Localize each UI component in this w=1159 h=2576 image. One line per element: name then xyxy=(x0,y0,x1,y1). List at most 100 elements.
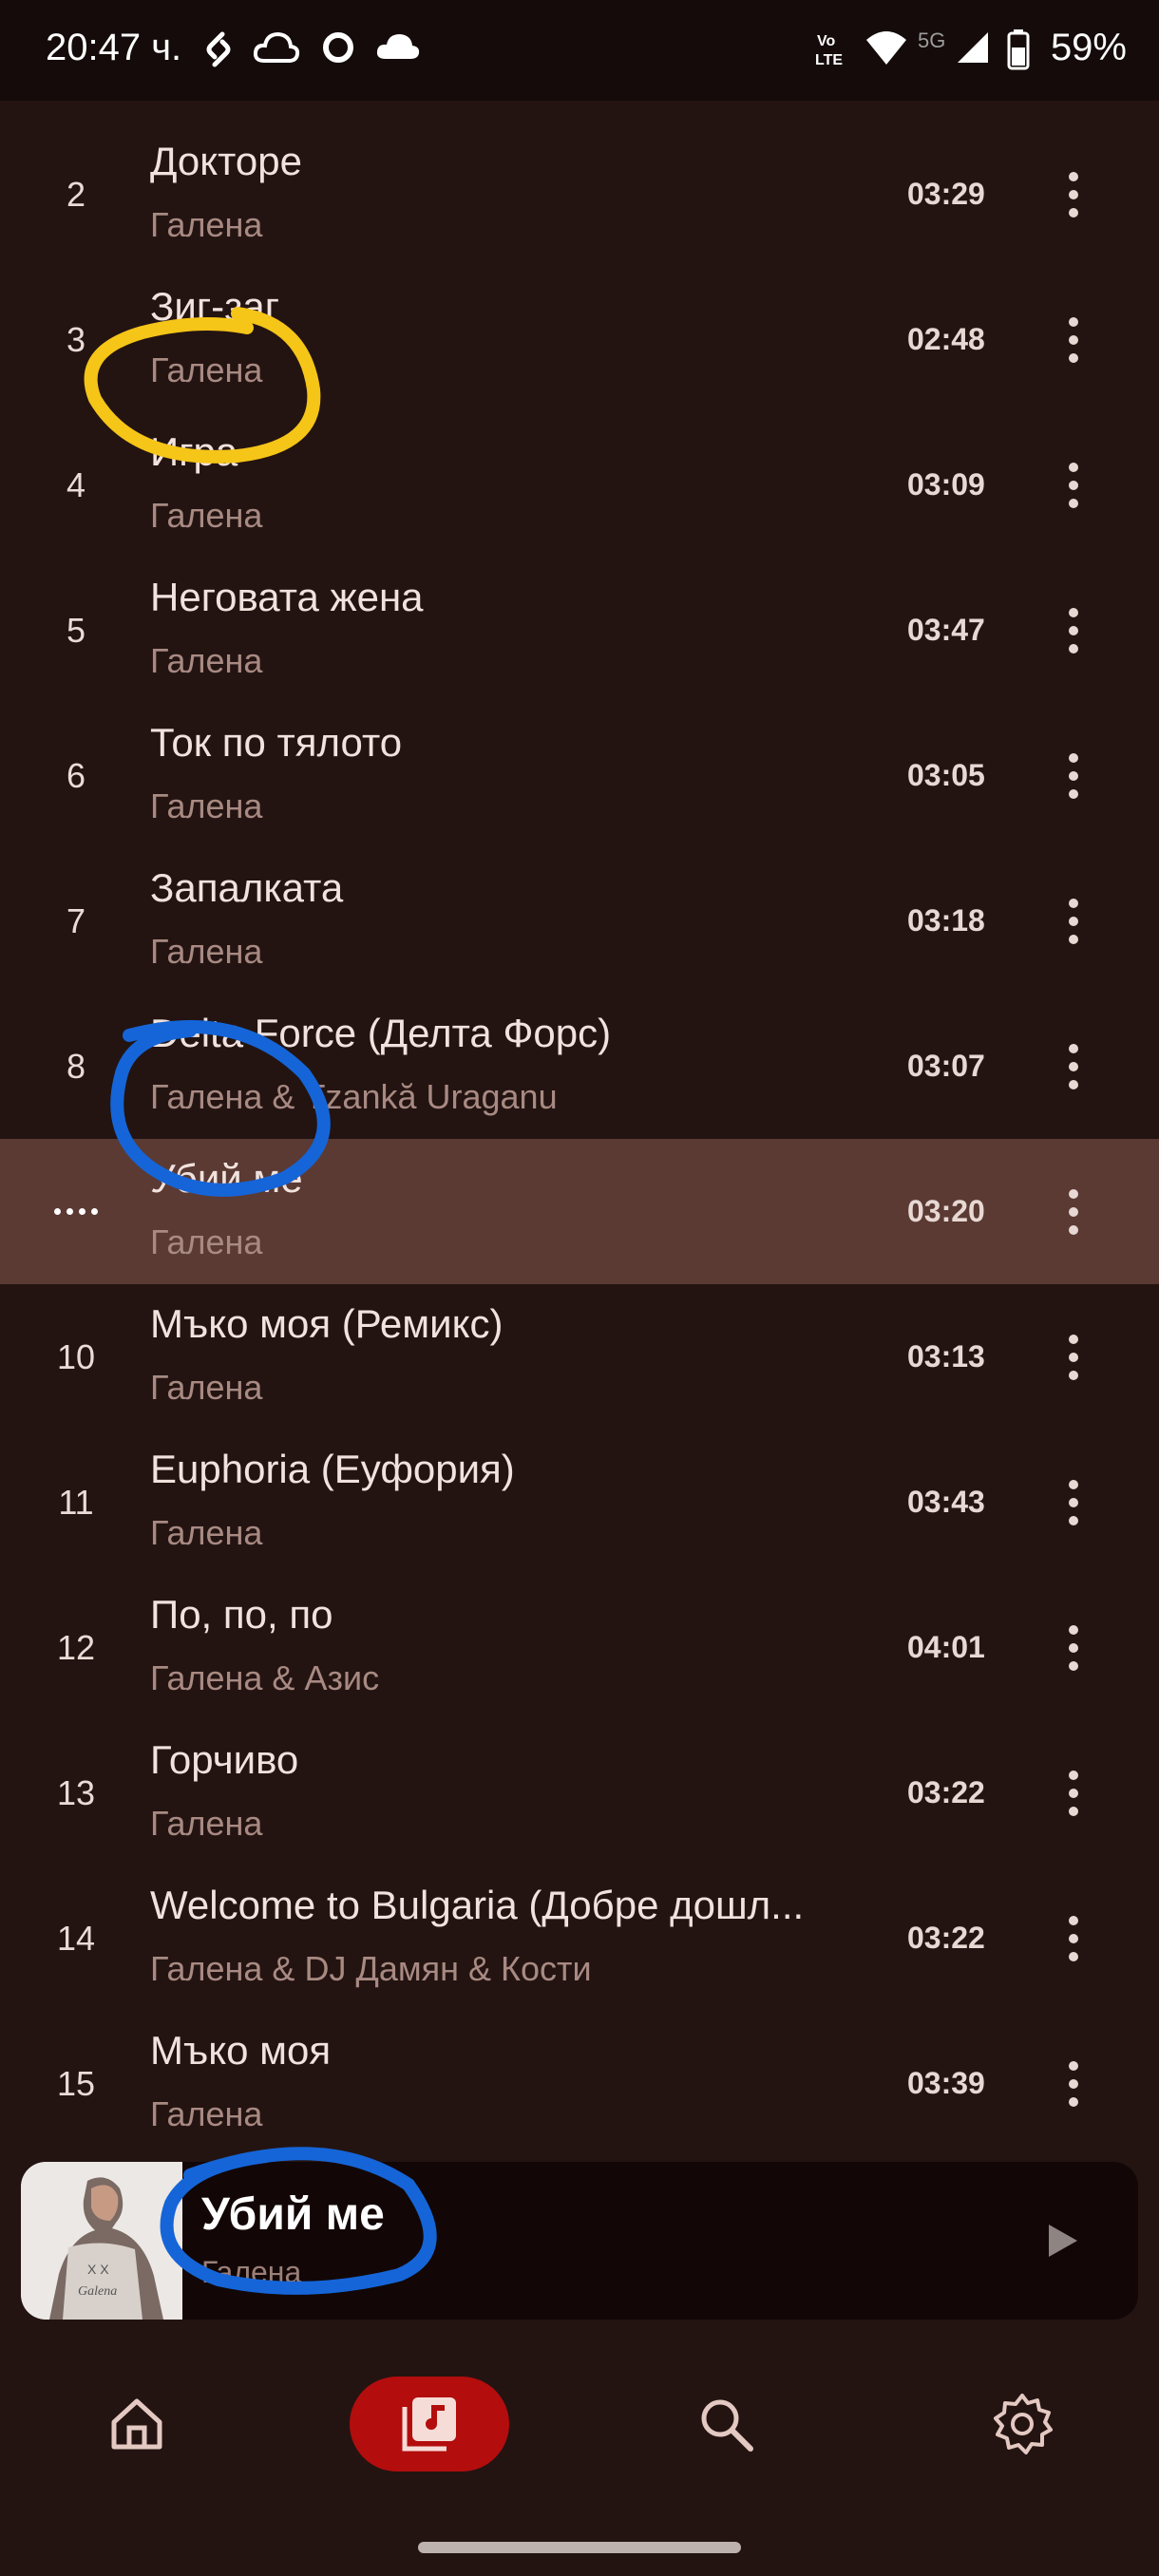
svg-text:Vo: Vo xyxy=(817,33,835,49)
track-row[interactable]: 12 По, по, по Галена & Азис 04:01 xyxy=(0,1575,1159,1720)
track-row[interactable]: 15 Мъко моя Галена 03:39 xyxy=(0,2011,1159,2156)
track-row[interactable]: 2 Докторе Галена 03:29 xyxy=(0,122,1159,267)
track-row[interactable]: 3 Зиг-заг Галена 02:48 xyxy=(0,267,1159,412)
bottom-nav xyxy=(0,2320,1159,2576)
svg-text:LTE: LTE xyxy=(815,52,843,68)
track-number: 11 xyxy=(58,1482,94,1522)
more-options-icon[interactable] xyxy=(1045,1139,1102,1284)
home-icon xyxy=(111,2398,162,2450)
nav-home[interactable] xyxy=(80,2377,194,2472)
signal-icon xyxy=(958,32,988,63)
track-artist: Галена xyxy=(150,350,263,389)
home-indicator[interactable] xyxy=(418,2542,741,2553)
track-number: 7 xyxy=(66,900,86,940)
track-number: 13 xyxy=(56,1772,96,1812)
track-duration: 03:22 xyxy=(907,1921,985,1955)
shazam-icon xyxy=(206,31,231,67)
track-row[interactable]: 14 Welcome to Bulgaria (Добре дошл... Гале… xyxy=(0,1866,1159,2011)
more-options-icon[interactable] xyxy=(1045,412,1102,558)
play-icon[interactable] xyxy=(1028,2209,1091,2272)
track-row[interactable]: 8 Delta Force (Делта Форс) Галена & Tzankă… xyxy=(0,994,1159,1139)
track-title: Горчиво xyxy=(150,1737,299,1782)
track-number: 12 xyxy=(56,1627,96,1667)
track-number: 5 xyxy=(66,610,86,650)
library-icon xyxy=(402,2397,456,2452)
track-row[interactable]: 7 Запалката Галена 03:18 xyxy=(0,848,1159,994)
more-options-icon[interactable] xyxy=(1045,848,1102,994)
track-duration: 03:47 xyxy=(907,613,985,647)
track-artist: Галена xyxy=(150,932,263,971)
mini-player-title: Убий ме xyxy=(201,2189,385,2240)
track-artist: Галена xyxy=(150,2094,263,2133)
track-row[interactable]: 5 Неговата жена Галена 03:47 xyxy=(0,558,1159,703)
search-icon xyxy=(701,2399,753,2452)
track-artist: Галена xyxy=(150,496,263,535)
cloud-outline-icon xyxy=(253,31,300,63)
now-playing-indicator xyxy=(38,1139,114,1284)
track-duration: 03:29 xyxy=(907,177,985,211)
track-title: Зиг-заг xyxy=(150,284,280,329)
track-title: Ток по тялото xyxy=(150,720,403,765)
more-options-icon[interactable] xyxy=(1045,1720,1102,1866)
track-title: Запалката xyxy=(150,865,344,910)
track-number: 10 xyxy=(56,1336,96,1376)
status-time: 20:47 ч. xyxy=(46,27,182,68)
track-duration: 03:18 xyxy=(907,903,985,938)
more-options-icon[interactable] xyxy=(1045,267,1102,412)
track-title: Welcome to Bulgaria (Добре дошл... xyxy=(150,1883,805,1927)
track-title: По, по, по xyxy=(150,1592,333,1637)
more-options-icon[interactable] xyxy=(1045,1575,1102,1720)
more-options-icon[interactable] xyxy=(1045,994,1102,1139)
track-artist: Галена xyxy=(150,1513,263,1552)
track-row[interactable]: 10 Мъко моя (Ремикс) Галена 03:13 xyxy=(0,1284,1159,1430)
svg-text:X X: X X xyxy=(87,2262,109,2277)
mini-player[interactable]: X X Galena Убий ме Галена xyxy=(21,2162,1138,2320)
track-artist: Галена xyxy=(150,641,263,680)
more-options-icon[interactable] xyxy=(1045,1866,1102,2011)
track-row[interactable]: Убий ме Галена 03:20 xyxy=(0,1139,1159,1284)
circle-icon xyxy=(323,32,353,63)
track-duration: 03:43 xyxy=(907,1485,985,1519)
svg-text:Galena: Galena xyxy=(78,2284,117,2299)
volte-icon: Vo LTE xyxy=(815,33,843,68)
mini-player-artist: Галена xyxy=(201,2255,302,2289)
track-duration: 03:09 xyxy=(907,467,985,502)
nav-library[interactable] xyxy=(350,2377,509,2472)
track-title: Докторе xyxy=(150,139,302,183)
track-row[interactable]: 4 Игра Галена 03:09 xyxy=(0,412,1159,558)
track-artist: Галена & DJ Дамян & Кости xyxy=(150,1949,592,1988)
wifi-icon xyxy=(866,31,906,65)
battery-percent: 59% xyxy=(1050,27,1127,68)
nav-search[interactable] xyxy=(669,2377,783,2472)
network-label: 5G xyxy=(918,28,946,52)
track-number: 14 xyxy=(56,1918,96,1958)
track-title: Игра xyxy=(150,429,238,474)
track-duration: 03:07 xyxy=(907,1049,985,1083)
track-duration: 02:48 xyxy=(907,322,985,356)
track-artist: Галена xyxy=(150,205,263,244)
more-options-icon[interactable] xyxy=(1045,1284,1102,1430)
track-artist: Галена & Азис xyxy=(150,1658,380,1697)
more-options-icon[interactable] xyxy=(1045,703,1102,848)
track-duration: 03:20 xyxy=(907,1194,985,1228)
track-number: 4 xyxy=(66,464,86,504)
track-row[interactable]: 11 Euphoria (Еуфория) Галена 03:43 xyxy=(0,1430,1159,1575)
track-number: 8 xyxy=(66,1046,86,1086)
track-number: 6 xyxy=(66,755,86,795)
track-duration: 04:01 xyxy=(907,1630,985,1664)
track-artist: Галена xyxy=(150,1222,263,1261)
cloud-icon xyxy=(376,34,420,59)
track-title: Неговата жена xyxy=(150,575,424,619)
track-title: Убий ме xyxy=(150,1156,303,1201)
album-art[interactable]: X X Galena xyxy=(21,2162,182,2320)
more-options-icon[interactable] xyxy=(1045,2011,1102,2156)
track-artist: Галена xyxy=(150,1804,263,1843)
more-options-icon[interactable] xyxy=(1045,1430,1102,1575)
track-row[interactable]: 6 Ток по тялото Галена 03:05 xyxy=(0,703,1159,848)
more-options-icon[interactable] xyxy=(1045,122,1102,267)
nav-settings[interactable] xyxy=(965,2377,1079,2472)
track-number: 2 xyxy=(66,174,86,214)
track-duration: 03:05 xyxy=(907,758,985,792)
more-options-icon[interactable] xyxy=(1045,558,1102,703)
track-row[interactable]: 13 Горчиво Галена 03:22 xyxy=(0,1720,1159,1866)
